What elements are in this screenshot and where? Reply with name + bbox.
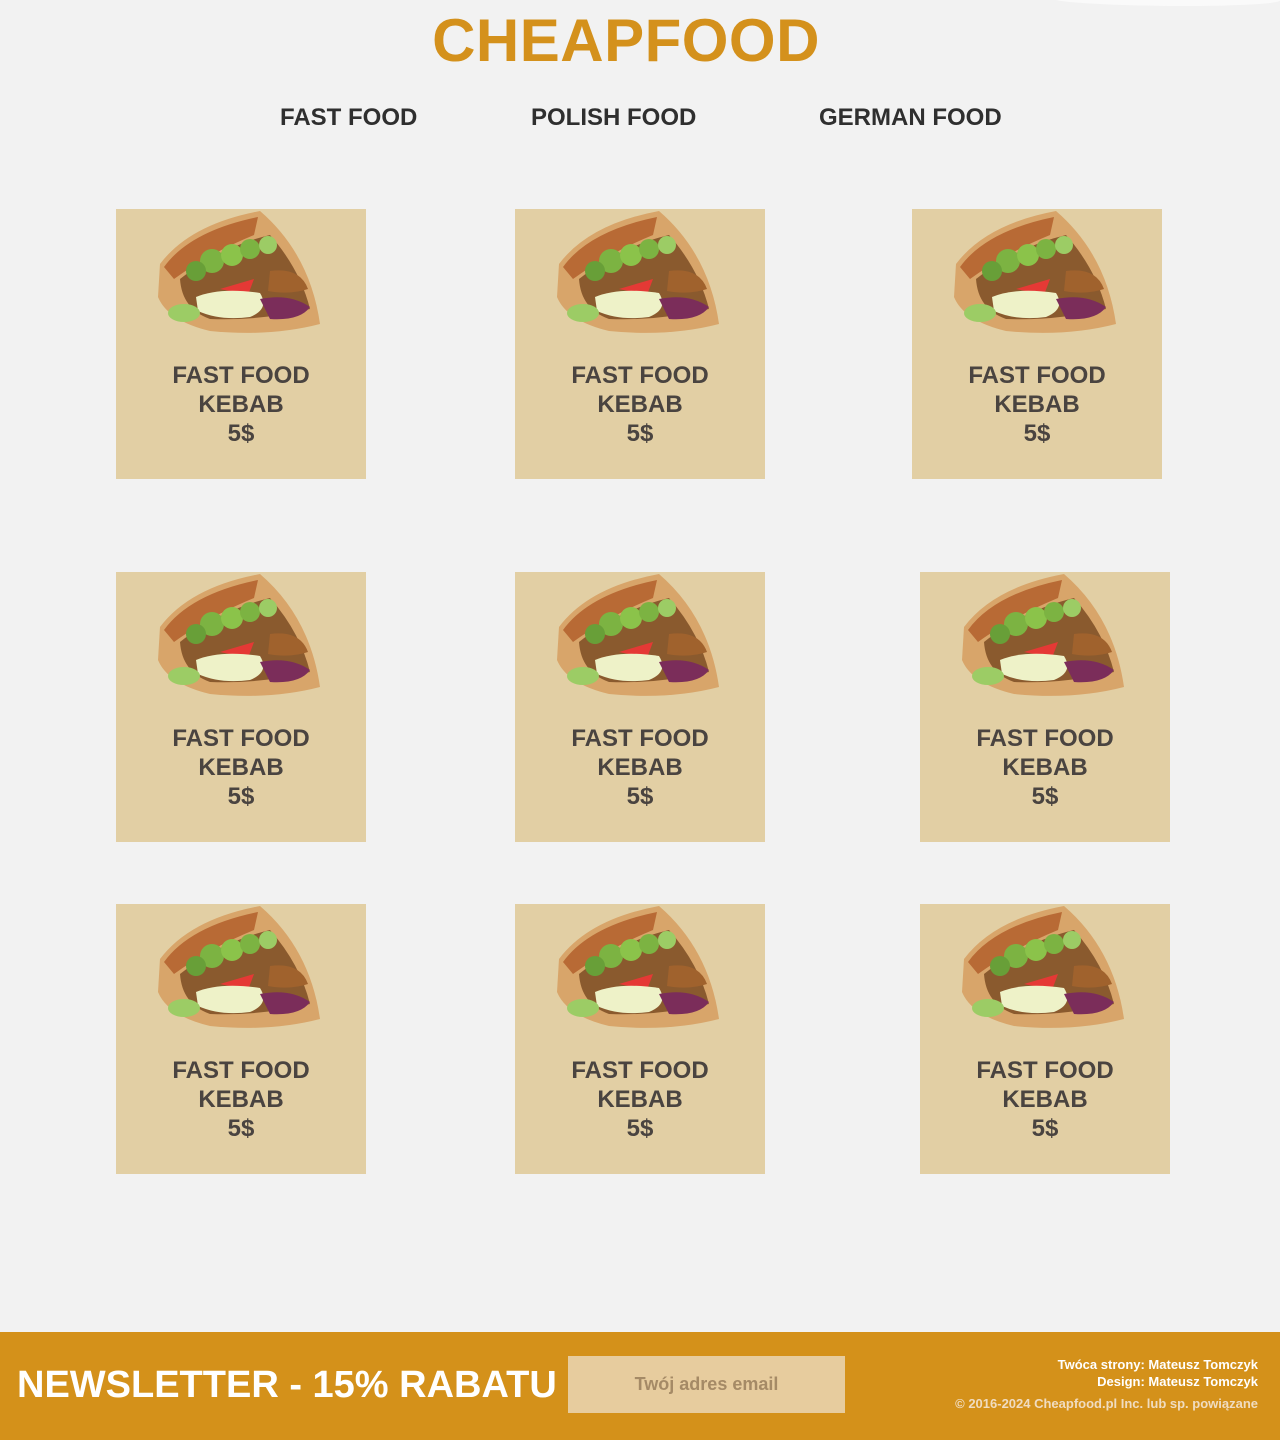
product-category: FAST FOOD bbox=[968, 362, 1106, 389]
product-category: FAST FOOD bbox=[976, 725, 1114, 752]
product-card[interactable]: FAST FOOD KEBAB 5$ bbox=[920, 572, 1170, 842]
product-name: KEBAB bbox=[994, 391, 1080, 418]
product-price: 5$ bbox=[1031, 1115, 1059, 1142]
product-name: KEBAB bbox=[1002, 754, 1088, 781]
product-card[interactable]: FAST FOOD KEBAB 5$ bbox=[515, 572, 765, 842]
product-name: KEBAB bbox=[1002, 1086, 1088, 1113]
newsletter-title: NEWSLETTER - 15% RABATU bbox=[17, 1364, 557, 1406]
product-price: 5$ bbox=[227, 420, 255, 447]
product-card[interactable]: FAST FOOD KEBAB 5$ bbox=[116, 209, 366, 479]
kebab-image bbox=[549, 904, 729, 1034]
product-card[interactable]: FAST FOOD KEBAB 5$ bbox=[515, 904, 765, 1174]
kebab-image bbox=[150, 209, 330, 339]
product-name: KEBAB bbox=[597, 1086, 683, 1113]
kebab-image bbox=[954, 904, 1134, 1034]
product-price: 5$ bbox=[626, 420, 654, 447]
footer: NEWSLETTER - 15% RABATU Twóca strony: Ma… bbox=[0, 1332, 1280, 1440]
product-price: 5$ bbox=[1023, 420, 1051, 447]
product-name: KEBAB bbox=[198, 1086, 284, 1113]
product-category: FAST FOOD bbox=[172, 725, 310, 752]
product-name: KEBAB bbox=[198, 391, 284, 418]
kebab-image bbox=[946, 209, 1126, 339]
main-nav: FAST FOOD POLISH FOOD GERMAN FOOD bbox=[0, 104, 1280, 138]
product-price: 5$ bbox=[227, 783, 255, 810]
product-card[interactable]: FAST FOOD KEBAB 5$ bbox=[116, 904, 366, 1174]
copyright: © 2016-2024 Cheapfood.pl Inc. lub sp. po… bbox=[955, 1396, 1258, 1411]
creator-credit: Twóca strony: Mateusz Tomczyk bbox=[1057, 1357, 1258, 1372]
nav-german-food[interactable]: GERMAN FOOD bbox=[819, 104, 1002, 132]
product-card[interactable]: FAST FOOD KEBAB 5$ bbox=[912, 209, 1162, 479]
design-credit: Design: Mateusz Tomczyk bbox=[1097, 1374, 1258, 1389]
kebab-image bbox=[150, 904, 330, 1034]
product-name: KEBAB bbox=[198, 754, 284, 781]
product-name: KEBAB bbox=[597, 754, 683, 781]
product-card[interactable]: FAST FOOD KEBAB 5$ bbox=[515, 209, 765, 479]
product-category: FAST FOOD bbox=[172, 1057, 310, 1084]
kebab-image bbox=[954, 572, 1134, 702]
product-price: 5$ bbox=[1031, 783, 1059, 810]
product-name: KEBAB bbox=[597, 391, 683, 418]
kebab-image bbox=[150, 572, 330, 702]
kebab-image bbox=[549, 209, 729, 339]
product-category: FAST FOOD bbox=[571, 362, 709, 389]
product-category: FAST FOOD bbox=[571, 725, 709, 752]
product-category: FAST FOOD bbox=[571, 1057, 709, 1084]
site-logo[interactable]: CHEAPFOOD bbox=[0, 6, 1252, 75]
product-price: 5$ bbox=[626, 1115, 654, 1142]
product-card[interactable]: FAST FOOD KEBAB 5$ bbox=[116, 572, 366, 842]
product-card[interactable]: FAST FOOD KEBAB 5$ bbox=[920, 904, 1170, 1174]
product-price: 5$ bbox=[626, 783, 654, 810]
product-category: FAST FOOD bbox=[172, 362, 310, 389]
kebab-image bbox=[549, 572, 729, 702]
product-price: 5$ bbox=[227, 1115, 255, 1142]
newsletter-email-input[interactable] bbox=[568, 1356, 845, 1413]
credits: Twóca strony: Mateusz Tomczyk Design: Ma… bbox=[1058, 1356, 1258, 1390]
product-category: FAST FOOD bbox=[976, 1057, 1114, 1084]
nav-fast-food[interactable]: FAST FOOD bbox=[280, 104, 417, 132]
nav-polish-food[interactable]: POLISH FOOD bbox=[531, 104, 696, 132]
